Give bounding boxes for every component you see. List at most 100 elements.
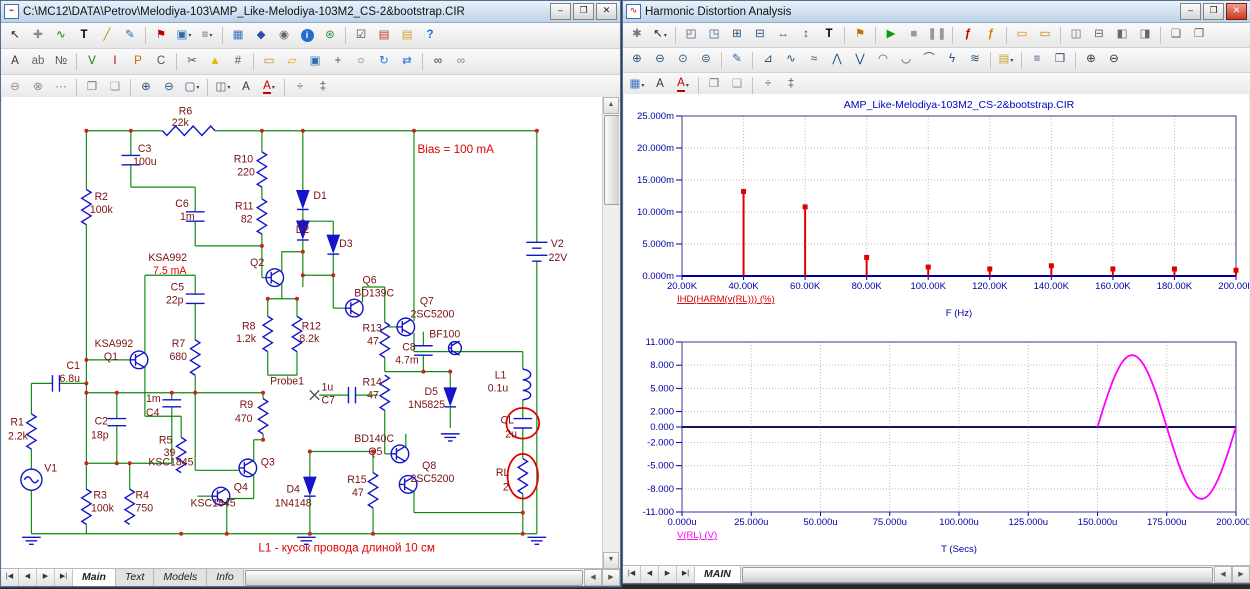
grid-text-icon[interactable]: ab [27, 51, 49, 73]
fy-function-icon[interactable]: ƒ [980, 24, 1002, 46]
tab-nav-button-2[interactable]: ▶ [37, 569, 55, 586]
schematic-vscroll[interactable]: ▲ ▼ [602, 97, 619, 569]
schematic-titlebar[interactable]: ⌁ C:\MC12\DATA\Petrov\Melodiya-103\AMP_L… [1, 1, 620, 23]
merge-node-icon[interactable]: ‡ [780, 74, 802, 96]
tab-nav-button-1[interactable]: ◀ [19, 569, 37, 586]
layout-one-icon[interactable]: ◫ [1065, 24, 1087, 46]
wave-peak-icon[interactable]: ⋀ [826, 49, 848, 71]
wave-sine-icon[interactable]: ∿ [780, 49, 802, 71]
probe-box-icon[interactable]: ▭ [1011, 24, 1033, 46]
zoom-in-icon[interactable]: ⊕ [626, 49, 648, 71]
tab-nav-button-2[interactable]: ▶ [659, 566, 677, 583]
help-icon[interactable]: ? [419, 25, 441, 47]
edit-chart-icon[interactable]: ✎ [726, 49, 748, 71]
clear-view-icon[interactable]: ⊗ [27, 77, 49, 99]
zoom-full-icon[interactable]: ⊜ [695, 49, 717, 71]
diamond-icon[interactable]: ◆ [250, 25, 272, 47]
properties-icon[interactable]: ✱ [626, 24, 648, 46]
schematic-hscroll[interactable]: ◀ ▶ [244, 569, 620, 586]
history-icon[interactable]: ⋯ [50, 77, 72, 99]
tab-nav-button-3[interactable]: ▶| [55, 569, 73, 586]
paste-view-icon[interactable]: ❏ [104, 77, 126, 99]
wave-curve-icon[interactable]: ⌒ [918, 49, 940, 71]
cursor-vertical-icon[interactable]: ↕ [795, 24, 817, 46]
node-voltage-icon[interactable]: V [81, 51, 103, 73]
zoom-box-icon[interactable]: ⊞ [726, 24, 748, 46]
vscroll-thumb[interactable] [604, 115, 619, 205]
current-icon[interactable]: I [104, 51, 126, 73]
copy-icon[interactable]: ❐ [703, 74, 725, 96]
text-label-icon[interactable]: T [818, 24, 840, 46]
info-icon[interactable]: i [296, 25, 318, 47]
cursor-mode-icon[interactable]: ◳ [703, 24, 725, 46]
restore-button[interactable]: ❐ [573, 3, 594, 20]
zoom-mode-icon[interactable]: ▢▾ [181, 77, 203, 99]
scroll-down-button[interactable]: ▼ [603, 552, 619, 569]
wire-tool-icon[interactable]: ∿ [50, 25, 72, 47]
close-button[interactable]: ✕ [1226, 3, 1247, 20]
tab-info[interactable]: Info [207, 569, 244, 586]
hscroll-thumb[interactable] [742, 567, 1213, 583]
split-node-icon[interactable]: ÷ [289, 77, 311, 99]
run-icon[interactable]: ▶ [880, 24, 902, 46]
spreadsheet-icon[interactable]: ▦ [227, 25, 249, 47]
waveform-chart[interactable]: 0.000u25.000u50.000u75.000u100.000u125.0… [624, 334, 1249, 566]
tab-main[interactable]: Main [73, 569, 116, 586]
cut-wire-icon[interactable]: ✂ [181, 51, 203, 73]
pencil-icon[interactable]: ✎ [119, 25, 141, 47]
panel-icon[interactable]: ◫▾ [212, 77, 234, 99]
tab-nav-button-0[interactable]: |◀ [1, 569, 19, 586]
back-view-icon[interactable]: ⊖ [4, 77, 26, 99]
minimize-button[interactable]: – [1180, 3, 1201, 20]
probe-box2-icon[interactable]: ▭ [1034, 24, 1056, 46]
clock-icon[interactable]: ◉ [273, 25, 295, 47]
tag-icon[interactable]: ⚑ [849, 24, 871, 46]
binoculars-icon[interactable]: ∞ [427, 51, 449, 73]
wave-arc-up-icon[interactable]: ◠ [872, 49, 894, 71]
flag-icon[interactable]: ⚑ [150, 25, 172, 47]
report-icon[interactable]: ▤ [373, 25, 395, 47]
copy-view-icon[interactable]: ❐ [81, 77, 103, 99]
text-tool-icon[interactable]: T [73, 25, 95, 47]
minimize-button[interactable]: – [550, 3, 571, 20]
zoom-out-icon[interactable]: ⊖ [158, 77, 180, 99]
scroll-up-button[interactable]: ▲ [603, 97, 619, 114]
pages-icon[interactable]: ❐ [1049, 49, 1071, 71]
mirror-icon[interactable]: ⇄ [396, 51, 418, 73]
hscroll-right-button[interactable]: ▶ [1232, 566, 1250, 583]
pause-icon[interactable]: ❚❚ [926, 24, 948, 46]
wave-arc-down-icon[interactable]: ◡ [895, 49, 917, 71]
grid-icon[interactable]: # [227, 51, 249, 73]
scale-mode-icon[interactable]: ◰ [680, 24, 702, 46]
analysis-hscroll[interactable]: ◀ ▶ [741, 566, 1250, 583]
wave-multi-icon[interactable]: ≋ [964, 49, 986, 71]
select-arrow-icon[interactable]: ↖ [4, 25, 26, 47]
wave-valley-icon[interactable]: ⋁ [849, 49, 871, 71]
harmonics-chart[interactable]: AMP_Like-Melodiya-103M2_CS-2&bootstrap.C… [624, 94, 1249, 329]
window-cascade-icon[interactable]: ❏ [1165, 24, 1187, 46]
attribute-text-icon[interactable]: A [4, 51, 26, 73]
pan-chart-icon[interactable]: ⊟ [749, 24, 771, 46]
condition-icon[interactable]: C [150, 51, 172, 73]
hscroll-right-button[interactable]: ▶ [602, 569, 620, 586]
component-box-icon[interactable]: ▣ [304, 51, 326, 73]
picture-icon[interactable]: ▣▾ [173, 25, 195, 47]
paste-icon[interactable]: ❏ [726, 74, 748, 96]
zoom-out-icon[interactable]: ⊖ [649, 49, 671, 71]
tab-text[interactable]: Text [116, 569, 154, 586]
cursor-horizontal-icon[interactable]: ↔ [772, 24, 794, 46]
notebook-icon[interactable]: ▤ [396, 25, 418, 47]
rotate-icon[interactable]: ↻ [373, 51, 395, 73]
magnify-in-icon[interactable]: ⊕ [1080, 49, 1102, 71]
magnify-out-icon[interactable]: ⊖ [1103, 49, 1125, 71]
tab-nav-button-0[interactable]: |◀ [623, 566, 641, 583]
sync-icon[interactable]: ⊛ [319, 25, 341, 47]
close-button[interactable]: ✕ [596, 3, 617, 20]
zoom-in-icon[interactable]: ⊕ [135, 77, 157, 99]
pan-tool-icon[interactable]: ✚ [27, 25, 49, 47]
select-mode-icon[interactable]: ↖▾ [649, 24, 671, 46]
restore-button[interactable]: ❐ [1203, 3, 1224, 20]
window-tile-icon[interactable]: ❐ [1188, 24, 1210, 46]
font-icon[interactable]: A [235, 77, 257, 99]
fx-function-icon[interactable]: ƒ [957, 24, 979, 46]
